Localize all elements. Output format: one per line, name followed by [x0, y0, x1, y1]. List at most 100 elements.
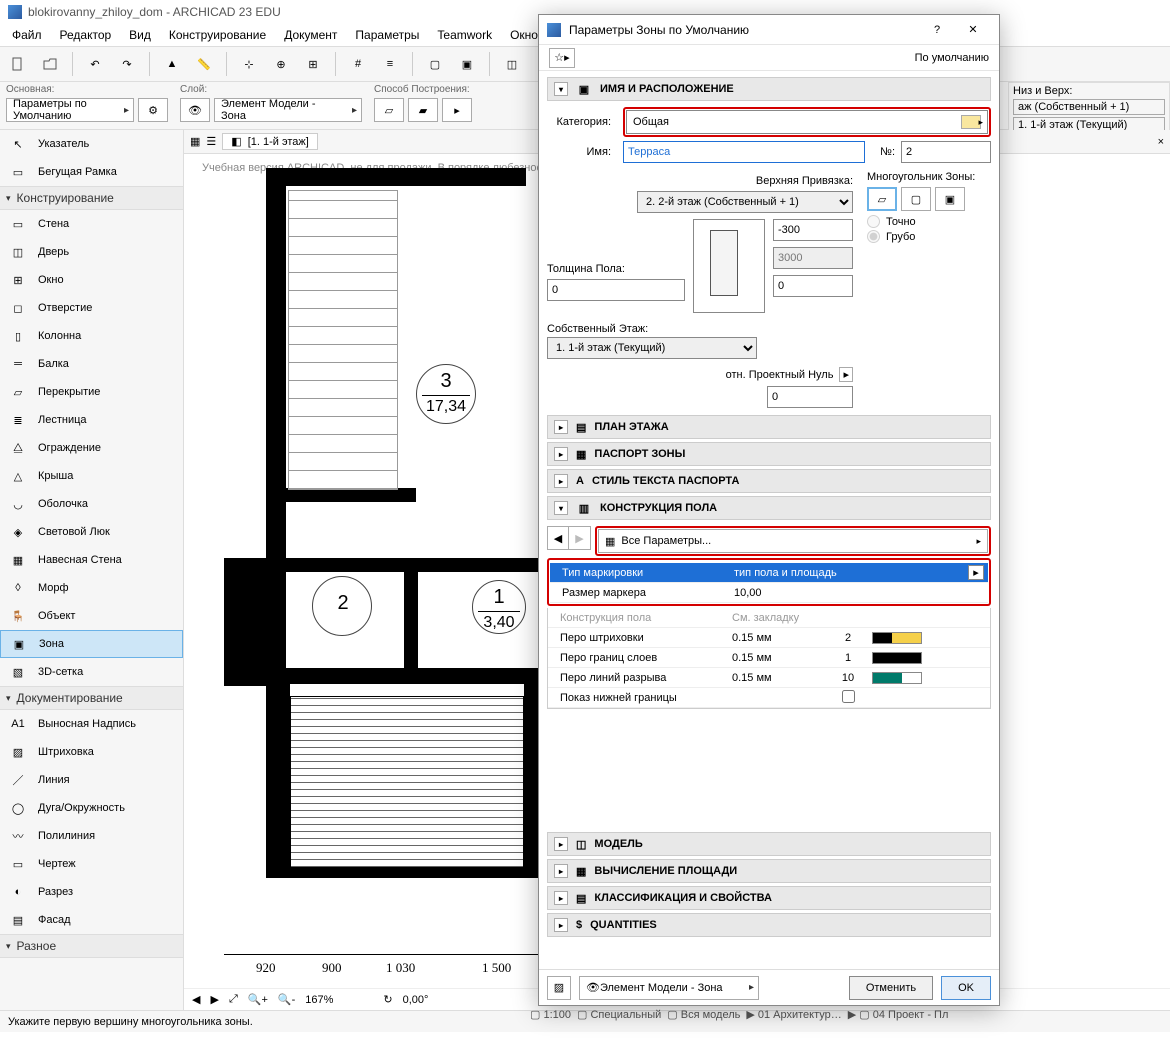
trace2-button[interactable]: ▣ — [453, 50, 481, 78]
tool-marquee[interactable]: ▭Бегущая Рамка — [0, 158, 183, 186]
section-area-calc[interactable]: ▸▦ВЫЧИСЛЕНИЕ ПЛОЩАДИ — [547, 859, 991, 883]
measure-button[interactable]: 📏 — [190, 50, 218, 78]
active-view-tab[interactable]: ◧ [1. 1-й этаж] — [222, 133, 318, 150]
layer-dropdown[interactable]: Элемент Модели - Зона — [214, 98, 362, 122]
layer-combo-tab[interactable]: Специальный — [590, 1009, 661, 1021]
group-document[interactable]: Документирование — [0, 686, 183, 710]
polygon-mode-1[interactable]: ▱ — [867, 187, 897, 211]
favorites-button[interactable]: ☆▸ — [549, 48, 575, 68]
snap-c-button[interactable]: ⊞ — [299, 50, 327, 78]
tool-morph[interactable]: ◊Морф — [0, 574, 183, 602]
guides-button[interactable]: ≡ — [376, 50, 404, 78]
layer-eye-icon[interactable]: 👁 — [180, 98, 210, 122]
snap-b-button[interactable]: ⊕ — [267, 50, 295, 78]
section-stamp-text[interactable]: ▸AСТИЛЬ ТЕКСТА ПАСПОРТА — [547, 469, 991, 493]
tool-curtain[interactable]: ▦Навесная Стена — [0, 546, 183, 574]
zoom-fit-icon[interactable]: ⤢ — [229, 993, 238, 1006]
layer-button[interactable]: ◫ — [498, 50, 526, 78]
polygon-mode-2[interactable]: ▢ — [901, 187, 931, 211]
help-button[interactable]: ? — [919, 16, 955, 44]
scale-tab[interactable]: 1:100 — [543, 1009, 571, 1021]
show-bottom-checkbox[interactable] — [842, 690, 855, 703]
footer-icon-button[interactable]: ▨ — [547, 976, 571, 1000]
close-tab-icon[interactable]: × — [1158, 136, 1164, 148]
menu-design[interactable]: Конструирование — [161, 26, 274, 44]
own-story-select[interactable]: 1. 1-й этаж (Текущий) — [547, 337, 757, 359]
floor-thickness-input[interactable] — [547, 279, 685, 301]
ok-button[interactable]: OK — [941, 976, 991, 1000]
section-name-location[interactable]: ▾▣ ИМЯ И РАСПОЛОЖЕНИЕ — [547, 77, 991, 101]
tool-mesh[interactable]: ▧3D-сетка — [0, 658, 183, 686]
category-dropdown[interactable]: Общая — [626, 110, 988, 134]
tab-list-icon[interactable]: ☰ — [206, 135, 216, 148]
section-floor-plan[interactable]: ▸▤ПЛАН ЭТАЖА — [547, 415, 991, 439]
tool-arrow[interactable]: ↖Указатель — [0, 130, 183, 158]
tab-grid-icon[interactable]: ▦ — [190, 135, 200, 148]
tool-drawing[interactable]: ▭Чертеж — [0, 850, 183, 878]
geom-method-more[interactable]: ▸ — [442, 98, 472, 122]
group-misc[interactable]: Разное — [0, 934, 183, 958]
section-floor-construction[interactable]: ▾▥КОНСТРУКЦИЯ ПОЛА — [547, 496, 991, 520]
model-tab[interactable]: Вся модель — [681, 1009, 741, 1021]
tool-beam[interactable]: ═Балка — [0, 350, 183, 378]
footer-layer-dropdown[interactable]: 👁 Элемент Модели - Зона — [579, 976, 759, 1000]
tool-skylight[interactable]: ◈Световой Люк — [0, 518, 183, 546]
tool-zone[interactable]: ▣Зона — [0, 630, 183, 658]
section-classification[interactable]: ▸▤КЛАССИФИКАЦИЯ И СВОЙСТВА — [547, 886, 991, 910]
grid-button[interactable]: # — [344, 50, 372, 78]
pick-button[interactable]: ▲ — [158, 50, 186, 78]
param-layer-border-pen[interactable]: Перо границ слоев 0.15 мм 1 — [548, 648, 990, 668]
tool-section[interactable]: ◐Разрез — [0, 878, 183, 906]
menu-options[interactable]: Параметры — [347, 26, 427, 44]
section-zone-stamp[interactable]: ▸▦ПАСПОРТ ЗОНЫ — [547, 442, 991, 466]
bottom-offset-input[interactable] — [773, 275, 853, 297]
menu-view[interactable]: Вид — [121, 26, 159, 44]
default-settings-dropdown[interactable]: Параметры по Умолчанию — [6, 98, 134, 122]
menu-teamwork[interactable]: Teamwork — [429, 26, 500, 44]
open-button[interactable] — [36, 50, 64, 78]
geom-method-1[interactable]: ▱ — [374, 98, 404, 122]
tool-arc[interactable]: ◯Дуга/Окружность — [0, 794, 183, 822]
tool-fill[interactable]: ▨Штриховка — [0, 738, 183, 766]
top-link-select[interactable]: 2. 2-й этаж (Собственный + 1) — [637, 191, 853, 213]
cancel-button[interactable]: Отменить — [849, 976, 933, 1000]
geom-method-2[interactable]: ▰ — [408, 98, 438, 122]
top-offset-input[interactable] — [773, 219, 853, 241]
top-link-stub[interactable]: аж (Собственный + 1) — [1013, 99, 1165, 115]
zoom-in-icon[interactable]: 🔍+ — [248, 993, 268, 1006]
polygon-mode-3[interactable]: ▣ — [935, 187, 965, 211]
params-back-button[interactable]: ◀ — [547, 526, 569, 550]
nav-fwd-icon[interactable]: ▶ — [210, 993, 218, 1006]
param-marker-size[interactable]: Размер маркера 10,00 — [550, 583, 988, 603]
arch-tab[interactable]: 01 Архитектур… — [758, 1009, 842, 1021]
tool-opening[interactable]: ◻Отверстие — [0, 294, 183, 322]
tool-elevation[interactable]: ▤Фасад — [0, 906, 183, 934]
tool-column[interactable]: ▯Колонна — [0, 322, 183, 350]
tool-roof[interactable]: △Крыша — [0, 462, 183, 490]
redo-button[interactable]: ↷ — [113, 50, 141, 78]
section-quantities[interactable]: ▸$QUANTITIES — [547, 913, 991, 937]
close-button[interactable]: ✕ — [955, 16, 991, 44]
tool-wall[interactable]: ▭Стена — [0, 210, 183, 238]
tool-window[interactable]: ⊞Окно — [0, 266, 183, 294]
menu-edit[interactable]: Редактор — [52, 26, 120, 44]
param-show-bottom[interactable]: Показ нижней границы — [548, 688, 990, 708]
zoom-out-icon[interactable]: 🔍- — [278, 993, 295, 1006]
tool-line[interactable]: ／Линия — [0, 766, 183, 794]
tool-stair[interactable]: ≣Лестница — [0, 406, 183, 434]
rel-zero-input[interactable] — [767, 386, 853, 408]
undo-button[interactable]: ↶ — [81, 50, 109, 78]
tool-object[interactable]: 🪑Объект — [0, 602, 183, 630]
group-construct[interactable]: Конструирование — [0, 186, 183, 210]
nav-back-icon[interactable]: ◀ — [192, 993, 200, 1006]
tool-shell[interactable]: ◡Оболочка — [0, 490, 183, 518]
tool-label[interactable]: A1Выносная Надпись — [0, 710, 183, 738]
project-tab[interactable]: 04 Проект - Пл — [873, 1009, 949, 1021]
section-model[interactable]: ▸◫МОДЕЛЬ — [547, 832, 991, 856]
new-button[interactable] — [4, 50, 32, 78]
settings-icon-button[interactable]: ⚙ — [138, 98, 168, 122]
all-params-dropdown[interactable]: ▦Все Параметры... — [598, 529, 988, 553]
zone-name-input[interactable] — [623, 141, 865, 163]
zone-number-input[interactable] — [901, 141, 991, 163]
tool-door[interactable]: ◫Дверь — [0, 238, 183, 266]
